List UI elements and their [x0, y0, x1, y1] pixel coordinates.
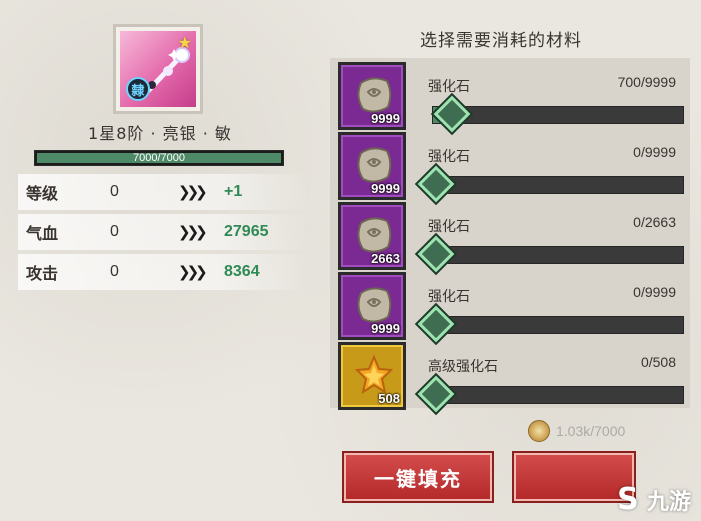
equipment-card[interactable]: 隸 ★: [113, 24, 203, 114]
star-icon: ★: [177, 33, 192, 52]
watermark-logo-icon: S: [617, 482, 639, 517]
exp-bar: 7000/7000: [34, 150, 284, 166]
material-owned-qty: 9999: [371, 181, 400, 196]
material-owned-qty: 508: [378, 391, 400, 406]
stat-label: 攻击: [26, 264, 59, 283]
stat-current: 0: [110, 263, 119, 280]
material-name: 强化石: [428, 219, 470, 235]
auto-fill-button[interactable]: 一键填充: [344, 453, 492, 501]
arrow-right-icon: ❯❯❯: [178, 183, 208, 201]
material-row: 508 高级强化石 0/508: [338, 342, 686, 413]
advanced-enhance-stone-icon: [355, 355, 393, 395]
material-count: 0/2663: [633, 214, 676, 230]
stat-row-attack: 攻击 0 ❯❯❯ 8364: [18, 254, 308, 290]
material-slot[interactable]: 9999: [338, 272, 406, 340]
coin-icon: [528, 420, 550, 442]
stat-label: 等级: [26, 184, 59, 203]
equipment-image: 隸 ★: [120, 31, 196, 107]
material-slider-track[interactable]: [432, 106, 684, 124]
material-row: 9999 强化石 700/9999: [338, 62, 686, 133]
stat-row-hp: 气血 0 ❯❯❯ 27965: [18, 214, 308, 250]
material-count: 0/9999: [633, 284, 676, 300]
material-slider-track[interactable]: [432, 246, 684, 264]
material-owned-qty: 9999: [371, 321, 400, 336]
material-count: 0/9999: [633, 144, 676, 160]
materials-title: 选择需要消耗的材料: [420, 31, 582, 51]
material-row: 2663 强化石 0/2663: [338, 202, 686, 273]
type-badge: 隸: [126, 77, 150, 101]
material-slot[interactable]: 9999: [338, 132, 406, 200]
coin-cost-text: 1.03k/7000: [556, 423, 626, 439]
material-count: 0/508: [640, 354, 676, 370]
material-slot[interactable]: 508: [338, 342, 406, 410]
material-slider-track[interactable]: [432, 386, 684, 404]
material-name: 高级强化石: [428, 359, 498, 375]
material-slider-handle[interactable]: [417, 375, 455, 413]
stat-row-level: 等级 0 ❯❯❯ +1: [18, 174, 308, 210]
material-row: 9999 强化石 0/9999: [338, 272, 686, 343]
material-count: 700/9999: [617, 74, 676, 90]
stat-label: 气血: [26, 224, 59, 243]
exp-bar-text: 7000/7000: [133, 152, 185, 164]
material-name: 强化石: [428, 289, 470, 305]
materials-panel: 9999 强化石 700/9999 9999 强化石 0/9999 2663 强化石 0/266…: [330, 58, 690, 413]
watermark: S 九游: [613, 483, 691, 517]
arrow-right-icon: ❯❯❯: [178, 223, 208, 241]
equipment-name: 1星8阶 · 亮银 · 敏: [88, 124, 232, 143]
stat-next: +1: [224, 183, 243, 200]
material-slider-track[interactable]: [432, 316, 684, 334]
enhance-stone-icon: [357, 77, 392, 113]
stat-next: 27965: [224, 223, 269, 240]
material-row: 9999 强化石 0/9999: [338, 132, 686, 203]
enhance-stone-icon: [357, 287, 392, 323]
material-name: 强化石: [428, 79, 470, 95]
material-name: 强化石: [428, 149, 470, 165]
coin-cost: 1.03k/7000: [528, 420, 625, 442]
material-owned-qty: 9999: [371, 111, 400, 126]
enhance-stone-icon: [357, 147, 392, 183]
material-owned-qty: 2663: [371, 251, 400, 266]
material-slider-handle[interactable]: [417, 305, 455, 343]
stat-current: 0: [110, 223, 119, 240]
material-slot[interactable]: 9999: [338, 62, 406, 130]
material-slider-handle[interactable]: [433, 95, 471, 133]
material-slider-handle[interactable]: [417, 235, 455, 273]
stat-next: 8364: [224, 263, 260, 280]
material-slider-handle[interactable]: [417, 165, 455, 203]
arrow-right-icon: ❯❯❯: [178, 263, 208, 281]
stat-current: 0: [110, 183, 119, 200]
material-slot[interactable]: 2663: [338, 202, 406, 270]
watermark-text: 九游: [646, 490, 691, 515]
material-slider-track[interactable]: [432, 176, 684, 194]
enhance-stone-icon: [357, 217, 392, 253]
